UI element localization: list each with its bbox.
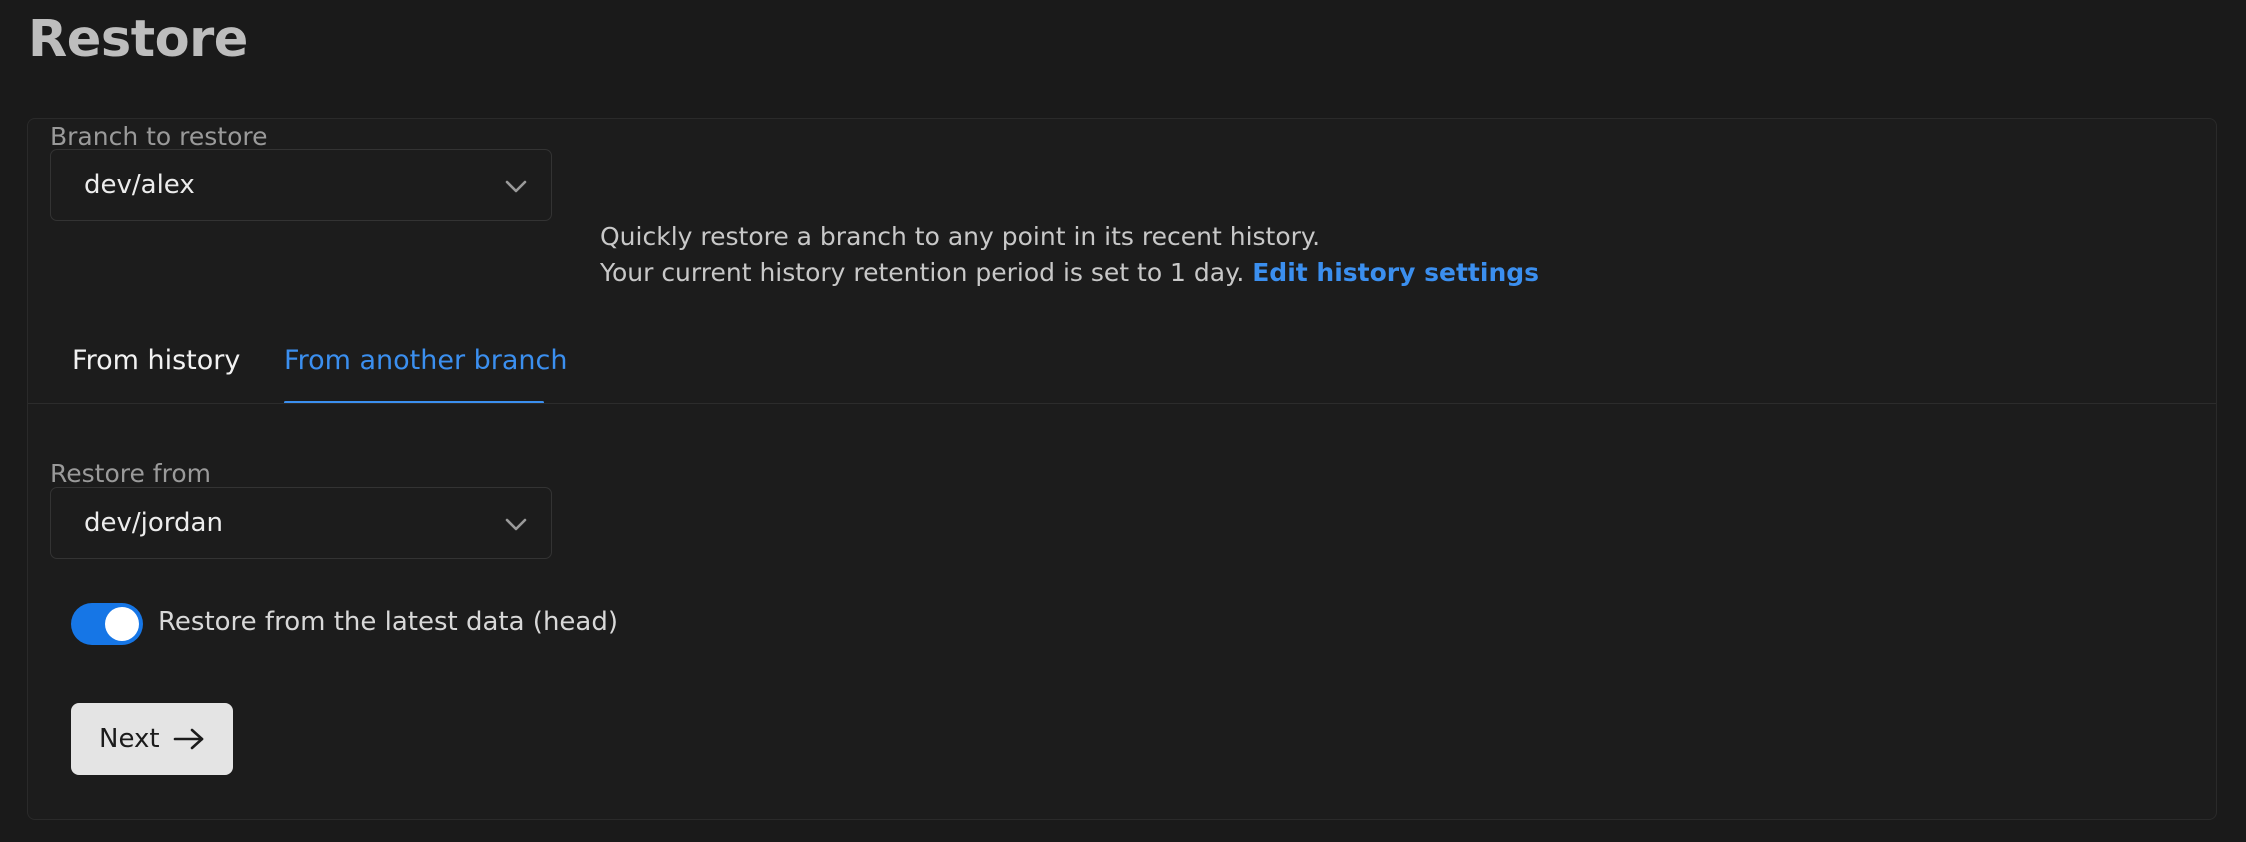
edit-history-settings-link[interactable]: Edit history settings [1252, 258, 1539, 287]
tabs-divider [28, 403, 2216, 404]
restore-description: Quickly restore a branch to any point in… [600, 219, 1539, 291]
description-line-1: Quickly restore a branch to any point in… [600, 222, 1321, 251]
branch-select-value: dev/alex [84, 170, 195, 200]
next-button[interactable]: Next [71, 703, 233, 775]
branch-to-restore-label: Branch to restore [50, 122, 268, 151]
restore-card: Branch to restore dev/alex Quickly resto… [27, 118, 2217, 820]
toggle-knob [105, 607, 139, 641]
restore-latest-toggle[interactable] [71, 603, 143, 645]
description-line-2: Your current history retention period is… [600, 255, 1539, 291]
tab-from-another-branch[interactable]: From another branch [284, 345, 568, 376]
restore-from-select[interactable]: dev/jordan [50, 487, 552, 559]
tab-from-history[interactable]: From history [72, 345, 240, 376]
retention-text: Your current history retention period is… [600, 258, 1245, 287]
next-button-label: Next [99, 724, 160, 754]
chevron-down-icon [505, 180, 527, 193]
restore-from-select-value: dev/jordan [84, 508, 223, 538]
branch-select[interactable]: dev/alex [50, 149, 552, 221]
chevron-down-icon [505, 518, 527, 531]
page-title: Restore [28, 10, 248, 69]
arrow-right-icon [173, 728, 203, 750]
restore-from-label: Restore from [50, 459, 211, 488]
restore-latest-toggle-label: Restore from the latest data (head) [158, 607, 619, 637]
